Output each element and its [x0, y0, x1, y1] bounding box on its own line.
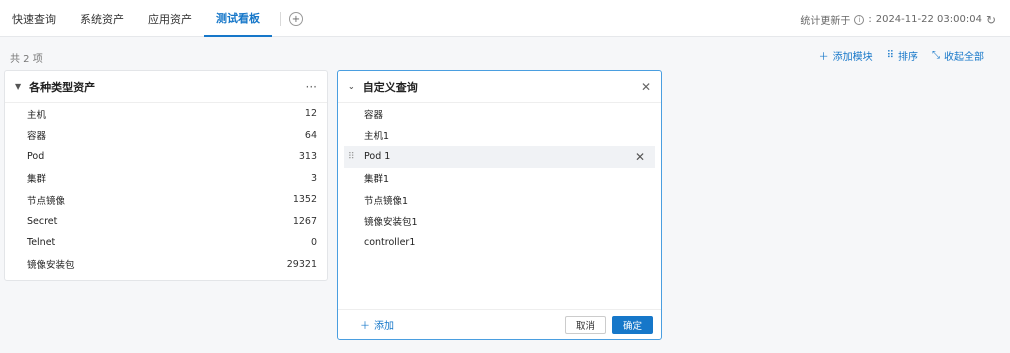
item-name: 容器	[27, 131, 47, 143]
list-item[interactable]: 容器 64	[5, 125, 327, 147]
tab-bar: 快速查询 系统资产 应用资产 测试看板 +	[0, 0, 303, 37]
panel-header: ▼ 各种类型资产 ···	[5, 71, 327, 103]
drag-handle-icon[interactable]: ⠿	[348, 152, 355, 162]
collapse-all-button[interactable]: ⤡ 收起全部	[932, 48, 984, 63]
tab-system-assets[interactable]: 系统资产	[68, 0, 136, 37]
asset-list: 主机 12 容器 64 Pod 313 集群 3 节点镜像 1352 Secret 1267…	[5, 103, 327, 275]
tab-test-board[interactable]: 测试看板	[204, 0, 272, 37]
item-name: Secret	[27, 215, 58, 227]
panel-title: 自定义查询	[362, 80, 418, 94]
query-list: 容器 主机1 ⠿ Pod 1 ✕ 集群1 节点镜像1 镜像安装包1 contro…	[338, 103, 661, 254]
list-item[interactable]: 集群1	[338, 168, 661, 190]
asset-types-panel: ▼ 各种类型资产 ··· 主机 12 容器 64 Pod 313 集群 3 节点镜像 13…	[4, 70, 328, 281]
top-bar: 快速查询 系统资产 应用资产 测试看板 + 统计更新于 i : 2024-11-…	[0, 0, 1010, 37]
tab-app-assets[interactable]: 应用资产	[136, 0, 204, 37]
panel-title: 各种类型资产	[29, 80, 96, 94]
stat-label: 统计更新于	[800, 16, 851, 27]
plus-icon: ＋	[818, 52, 829, 63]
add-module-label: 添加模块	[832, 52, 873, 63]
tab-quick-query[interactable]: 快速查询	[0, 0, 68, 37]
item-value: 29321	[286, 258, 317, 270]
stat-time: 2024-11-22 03:00:04	[875, 14, 982, 25]
cancel-button[interactable]: 取消	[564, 315, 606, 334]
list-item[interactable]: controller1	[338, 232, 661, 254]
list-item[interactable]: Pod 313	[5, 146, 327, 168]
caret-down-icon[interactable]: ▼	[15, 82, 21, 91]
board-actions: ＋ 添加模块 ⠿ 排序 ⤡ 收起全部	[819, 48, 984, 63]
item-name: 容器	[364, 109, 384, 121]
item-name: 镜像安装包1	[364, 217, 418, 229]
item-count: 共 2 项	[10, 54, 43, 65]
plus-icon: ＋	[360, 321, 370, 332]
list-item[interactable]: Secret 1267	[5, 211, 327, 233]
sort-button[interactable]: ⠿ 排序	[887, 48, 918, 63]
info-icon[interactable]: i	[854, 14, 865, 25]
list-item[interactable]: 主机 12	[5, 103, 327, 125]
chevron-down-icon[interactable]: ⌄	[348, 82, 355, 91]
item-name: Telnet	[27, 237, 56, 249]
list-item-hovered[interactable]: ⠿ Pod 1 ✕	[344, 146, 655, 168]
item-name: 集群	[27, 174, 47, 186]
custom-query-panel: ⌄ 自定义查询 ✕ 容器 主机1 ⠿ Pod 1 ✕ 集群1 节点镜像1 镜像安…	[337, 70, 662, 340]
list-item[interactable]: 节点镜像1	[338, 189, 661, 211]
item-name: Pod	[27, 151, 45, 163]
list-item[interactable]: 镜像安装包1	[338, 211, 661, 233]
item-value: 12	[304, 108, 317, 120]
stat-colon: :	[868, 14, 872, 25]
collapse-all-label: 收起全部	[944, 52, 984, 63]
item-name: 集群1	[364, 174, 390, 186]
item-name: 主机1	[364, 131, 390, 143]
item-value: 64	[304, 129, 317, 141]
item-value: 3	[310, 172, 317, 184]
list-item[interactable]: Telnet 0	[5, 232, 327, 254]
close-icon[interactable]: ✕	[641, 80, 651, 94]
item-name: controller1	[364, 237, 416, 249]
panel-footer: ＋ 添加 取消 确定	[338, 309, 661, 339]
remove-icon[interactable]: ✕	[635, 150, 645, 164]
list-item[interactable]: 节点镜像 1352	[5, 189, 327, 211]
tab-divider	[280, 12, 281, 26]
item-name: 节点镜像1	[364, 195, 409, 207]
collapse-icon: ⤡	[932, 50, 940, 61]
item-name: 主机	[27, 109, 47, 121]
list-item[interactable]: 容器	[338, 103, 661, 125]
item-value: 1267	[292, 215, 317, 227]
add-query-button[interactable]: ＋ 添加	[360, 317, 394, 332]
list-item[interactable]: 镜像安装包 29321	[5, 254, 327, 276]
item-name: Pod 1	[364, 151, 391, 163]
item-value: 0	[310, 237, 317, 249]
item-name: 节点镜像	[27, 195, 66, 207]
add-label: 添加	[374, 321, 394, 332]
more-icon[interactable]: ···	[306, 80, 317, 94]
item-name: 镜像安装包	[27, 260, 75, 272]
sort-label: 排序	[898, 52, 918, 63]
list-item[interactable]: 集群 3	[5, 168, 327, 190]
add-module-button[interactable]: ＋ 添加模块	[819, 48, 873, 63]
drag-handle-icon: ⠿	[886, 50, 894, 61]
confirm-button[interactable]: 确定	[611, 315, 653, 334]
refresh-icon[interactable]: ↻	[986, 13, 996, 27]
add-tab-icon[interactable]: +	[289, 12, 303, 26]
panel-header: ⌄ 自定义查询 ✕	[338, 71, 661, 103]
list-item[interactable]: 主机1	[338, 125, 661, 147]
stat-update-info: 统计更新于 i : 2024-11-22 03:00:04 ↻	[800, 12, 996, 28]
item-value: 1352	[292, 194, 317, 206]
item-value: 313	[298, 151, 317, 163]
